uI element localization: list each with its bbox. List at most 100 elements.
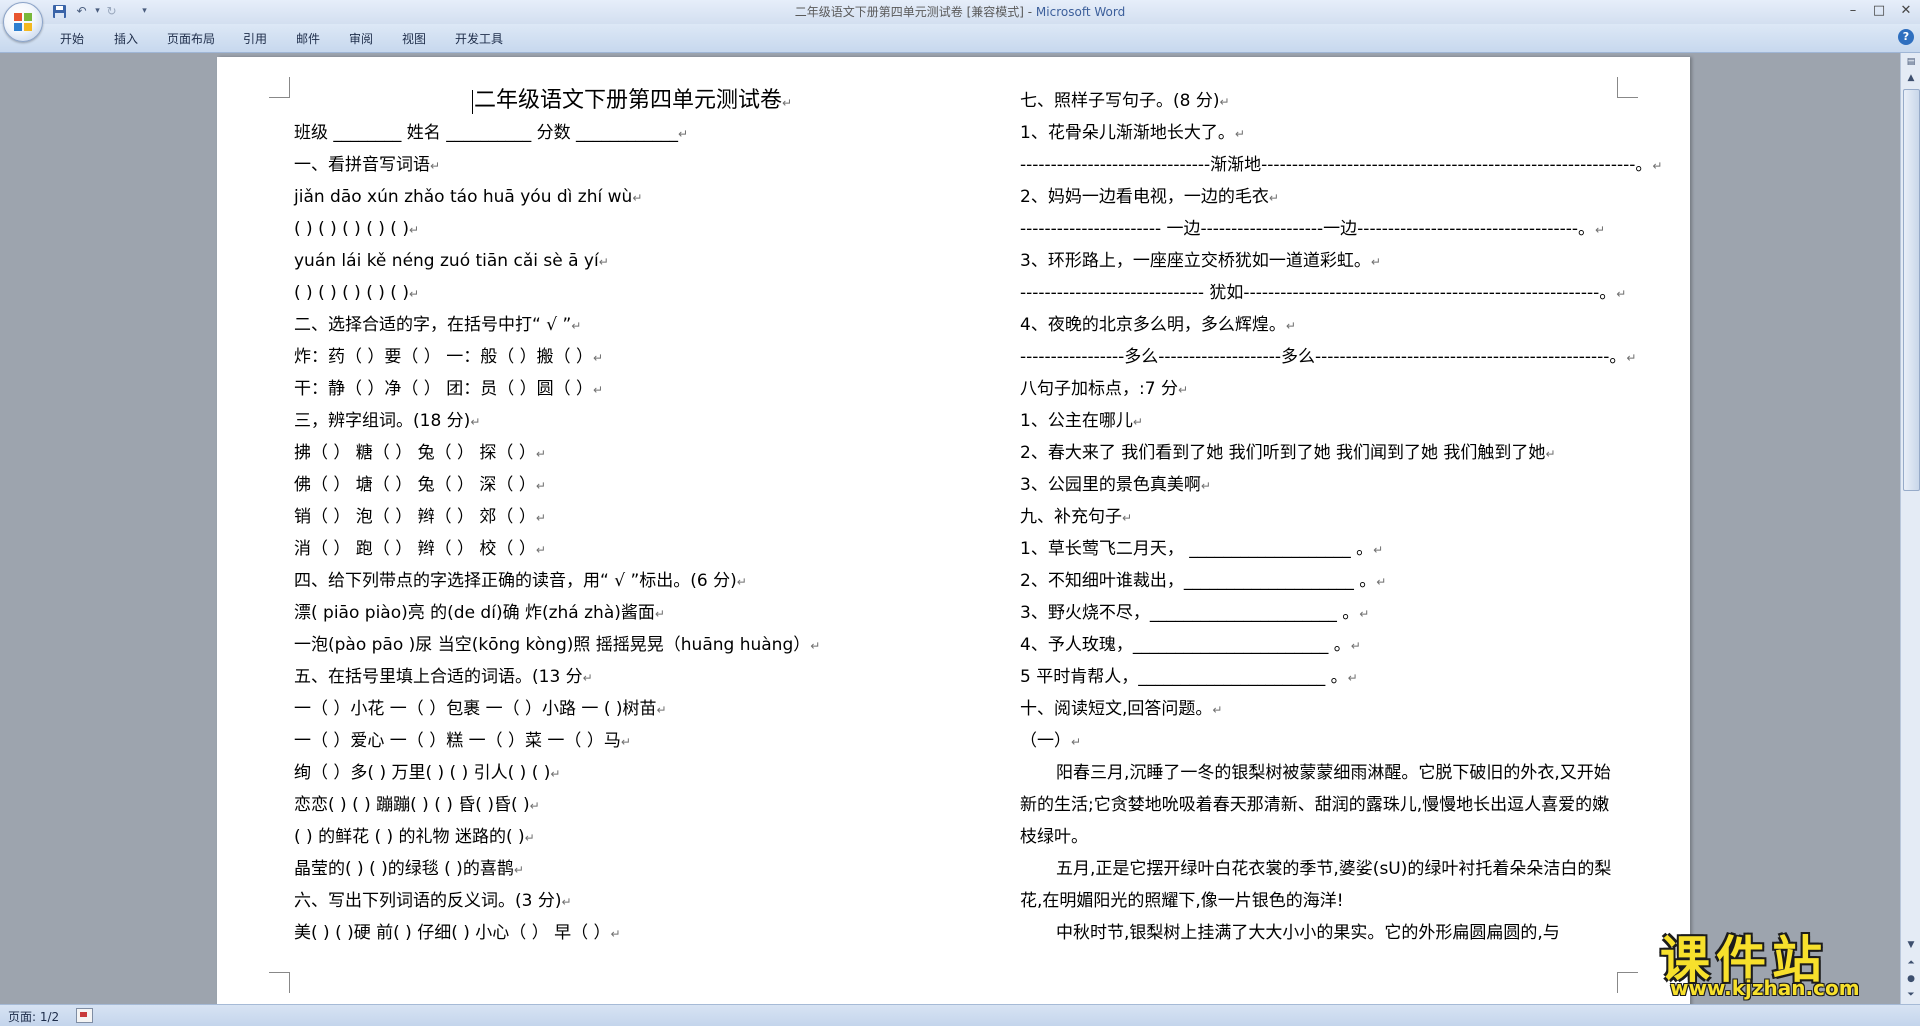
document-line[interactable]: 一、看拼音写词语↵ [294,149,440,182]
line-text: 1、公主在哪儿 [1020,411,1133,431]
paragraph-mark: ↵ [1234,127,1245,141]
paragraph-mark: ↵ [782,96,793,110]
tab-page-layout[interactable]: 页面布局 [167,30,215,47]
paragraph-mark: ↵ [1268,191,1279,205]
document-line[interactable]: 十、阅读短文,回答问题。↵ [1020,693,1222,726]
line-text: 漂( piāo piào)亮 的(de dí)确 炸(zhá zhà)酱面 [294,603,655,623]
line-text: 佛（ ） 塘（ ） 兔（ ） 深（ ） [294,475,536,495]
document-line[interactable]: ( ) ( ) ( ) ( ) ( )↵ [294,213,419,246]
document-line[interactable]: 五、在括号里填上合适的词语。(13 分↵ [294,661,593,694]
tab-references[interactable]: 引用 [243,30,267,47]
document-line[interactable]: 绚（ ）多( ) 万里( ) ( ) 引人( ) ( )↵ [294,757,560,790]
document-line[interactable]: 班级 ________ 姓名 __________ 分数 ___________… [294,117,688,150]
tab-view[interactable]: 视图 [402,30,426,47]
document-line[interactable]: 一（ ）小花 一（ ）包裹 一（ ）小路 一 ( )树苗↵ [294,693,667,726]
document-title[interactable]: 二年级语文下册第四单元测试卷↵ [471,85,793,119]
line-text: （一） [1020,731,1071,751]
paragraph-mark: ↵ [656,703,667,717]
vertical-scrollbar[interactable]: ▤ ▲ ▼ ⏶ ● ⏷ [1900,53,1920,1004]
document-line[interactable]: ( ) 的鲜花 ( ) 的礼物 迷路的( )↵ [294,821,535,854]
document-line[interactable]: 1、公主在哪儿↵ [1020,405,1143,438]
document-line[interactable]: ------------------------------ 犹如-------… [1020,277,1626,310]
line-text: yuán lái kě néng zuó tiān cǎi sè ā yí [294,251,599,271]
document-line[interactable]: 一（ ）爱心 一（ ）糕 一（ ）菜 一（ ）马↵ [294,725,631,758]
office-button[interactable] [3,2,43,42]
scroll-up-button[interactable]: ▲ [1903,71,1919,86]
reading-paragraph[interactable]: 中秋时节,银梨树上挂满了大大小小的果实。它的外形扁圆扁圆的,与 [1020,917,1615,949]
document-line[interactable]: 佛（ ） 塘（ ） 兔（ ） 深（ ）↵ [294,469,546,502]
document-line[interactable]: 消（ ） 跑（ ） 辫（ ） 校（ ）↵ [294,533,546,566]
document-line[interactable]: 炸：药（ ）要（ ） 一：般（ ）搬（ ）↵ [294,341,603,374]
document-line[interactable]: 恋恋( ) ( ) 蹦蹦( ) ( ) 昏( )昏( )↵ [294,789,540,822]
page-indicator[interactable]: 页面: 1/2 [8,1008,59,1025]
document-line[interactable]: 三，辨字组词。(18 分)↵ [294,405,480,438]
scrollbar-thumb[interactable] [1903,89,1920,491]
document-line[interactable]: 一泡(pào pāo )尿 当空(kōng kòng)照 摇摇晃晃（huāng … [294,629,820,662]
document-line[interactable]: -----------------多么--------------------多… [1020,341,1636,374]
document-line[interactable]: 拂（ ） 糖（ ） 兔（ ） 探（ ）↵ [294,437,546,470]
document-line[interactable]: 九、补充句子↵ [1020,501,1132,534]
tab-developer[interactable]: 开发工具 [455,30,503,47]
paragraph-mark: ↵ [678,127,689,141]
document-line[interactable]: ( ) ( ) ( ) ( ) ( )↵ [294,277,419,310]
document-line[interactable]: 晶莹的( ) ( )的绿毯 ( )的喜鹊↵ [294,853,524,886]
document-line[interactable]: 干：静（ ）净（ ） 团：员（ ）圆（ ）↵ [294,373,603,406]
document-line[interactable]: 美( ) ( )硬 前( ) 仔细( ) 小心（ ） 早（ ）↵ [294,917,621,950]
document-line[interactable]: ----------------------- 一边--------------… [1020,213,1605,246]
document-line[interactable]: （一）↵ [1020,725,1081,758]
line-text: 2、妈妈一边看电视，一边的毛衣 [1020,187,1269,207]
language-icon[interactable] [76,1008,93,1023]
document-line[interactable]: 2、春大来了 我们看到了她 我们听到了她 我们闻到了她 我们触到了她↵ [1020,437,1556,470]
ruler-toggle-icon[interactable]: ▤ [1903,55,1919,70]
document-line[interactable]: 4、夜晚的北京多么明，多么辉煌。↵ [1020,309,1296,342]
paragraph-mark: ↵ [1373,543,1384,557]
help-icon[interactable]: ? [1898,29,1914,45]
document-line[interactable]: 5 平时肯帮人，______________________ 。↵ [1020,661,1358,694]
app-name: Microsoft Word [1035,5,1126,19]
status-bar: 页面: 1/2 [0,1004,1920,1026]
line-text: 一（ ）爱心 一（ ）糕 一（ ）菜 一（ ）马 [294,731,621,751]
document-line[interactable]: 八句子加标点，:7 分↵ [1020,373,1188,406]
document-line[interactable]: 销（ ） 泡（ ） 辫（ ） 郊（ ）↵ [294,501,546,534]
minimize-button[interactable]: – [1840,2,1866,20]
document-line[interactable]: 2、不知细叶谁裁出，____________________ 。↵ [1020,565,1386,598]
document-line[interactable]: 二、选择合适的字，在括号中打“ √ ”↵ [294,309,581,342]
paragraph-mark: ↵ [529,799,540,813]
document-line[interactable]: 3、野火烧不尽，______________________ 。↵ [1020,597,1369,630]
crop-mark [1617,77,1638,98]
document-line[interactable]: 3、公园里的景色真美啊↵ [1020,469,1211,502]
line-text: ( ) ( ) ( ) ( ) ( ) [294,283,409,303]
paragraph-mark: ↵ [470,415,481,429]
document-line[interactable]: 3、环形路上，一座座立交桥犹如一道道彩虹。↵ [1020,245,1381,278]
document-line[interactable]: 漂( piāo piào)亮 的(de dí)确 炸(zhá zhà)酱面↵ [294,597,665,630]
document-line[interactable]: jiǎn dāo xún zhǎo táo huā yóu dì zhí wù↵ [294,181,642,214]
document-line[interactable]: -------------------------------渐渐地------… [1020,149,1662,182]
line-text: 八句子加标点，:7 分 [1020,379,1178,399]
paragraph-mark: ↵ [810,639,821,653]
paragraph-mark: ↵ [620,735,631,749]
crop-mark [1617,972,1638,993]
document-page[interactable]: 二年级语文下册第四单元测试卷↵ 班级 ________ 姓名 _________… [217,57,1690,1004]
document-line[interactable]: 六、写出下列词语的反义词。(3 分)↵ [294,885,572,918]
document-line[interactable]: 4、予人玫瑰，_______________________ 。↵ [1020,629,1361,662]
paragraph-mark: ↵ [1595,223,1606,237]
document-line[interactable]: 1、花骨朵儿渐渐地长大了。↵ [1020,117,1245,150]
tab-insert[interactable]: 插入 [114,30,138,47]
document-line[interactable]: 四、给下列带点的字选择正确的读音，用“ √ ”标出。(6 分)↵ [294,565,747,598]
line-text: 3、野火烧不尽，______________________ 。 [1020,603,1360,623]
close-button[interactable]: ✕ [1893,2,1919,20]
reading-paragraph[interactable]: 阳春三月,沉睡了一冬的银梨树被蒙蒙细雨淋醒。它脱下破旧的外衣,又开始新的生活;它… [1020,757,1615,853]
tab-review[interactable]: 审阅 [349,30,373,47]
paragraph-mark: ↵ [593,351,604,365]
line-text: 炸：药（ ）要（ ） 一：般（ ）搬（ ） [294,347,594,367]
document-line[interactable]: 2、妈妈一边看电视，一边的毛衣↵ [1020,181,1279,214]
maximize-button[interactable]: □ [1866,2,1892,20]
tab-home[interactable]: 开始 [60,30,84,47]
document-line[interactable]: 七、照样子写句子。(8 分)↵ [1020,85,1230,118]
tab-mailings[interactable]: 邮件 [296,30,320,47]
document-line[interactable]: 1、草长莺飞二月天， ___________________ 。↵ [1020,533,1383,566]
reading-paragraph[interactable]: 五月,正是它摆开绿叶白花衣裳的季节,婆娑(sU)的绿叶衬托着朵朵洁白的梨花,在明… [1020,853,1615,917]
document-line[interactable]: yuán lái kě néng zuó tiān cǎi sè ā yí↵ [294,245,609,278]
line-text: 2、不知细叶谁裁出，____________________ 。 [1020,571,1377,591]
line-text: 五、在括号里填上合适的词语。(13 分 [294,667,583,687]
